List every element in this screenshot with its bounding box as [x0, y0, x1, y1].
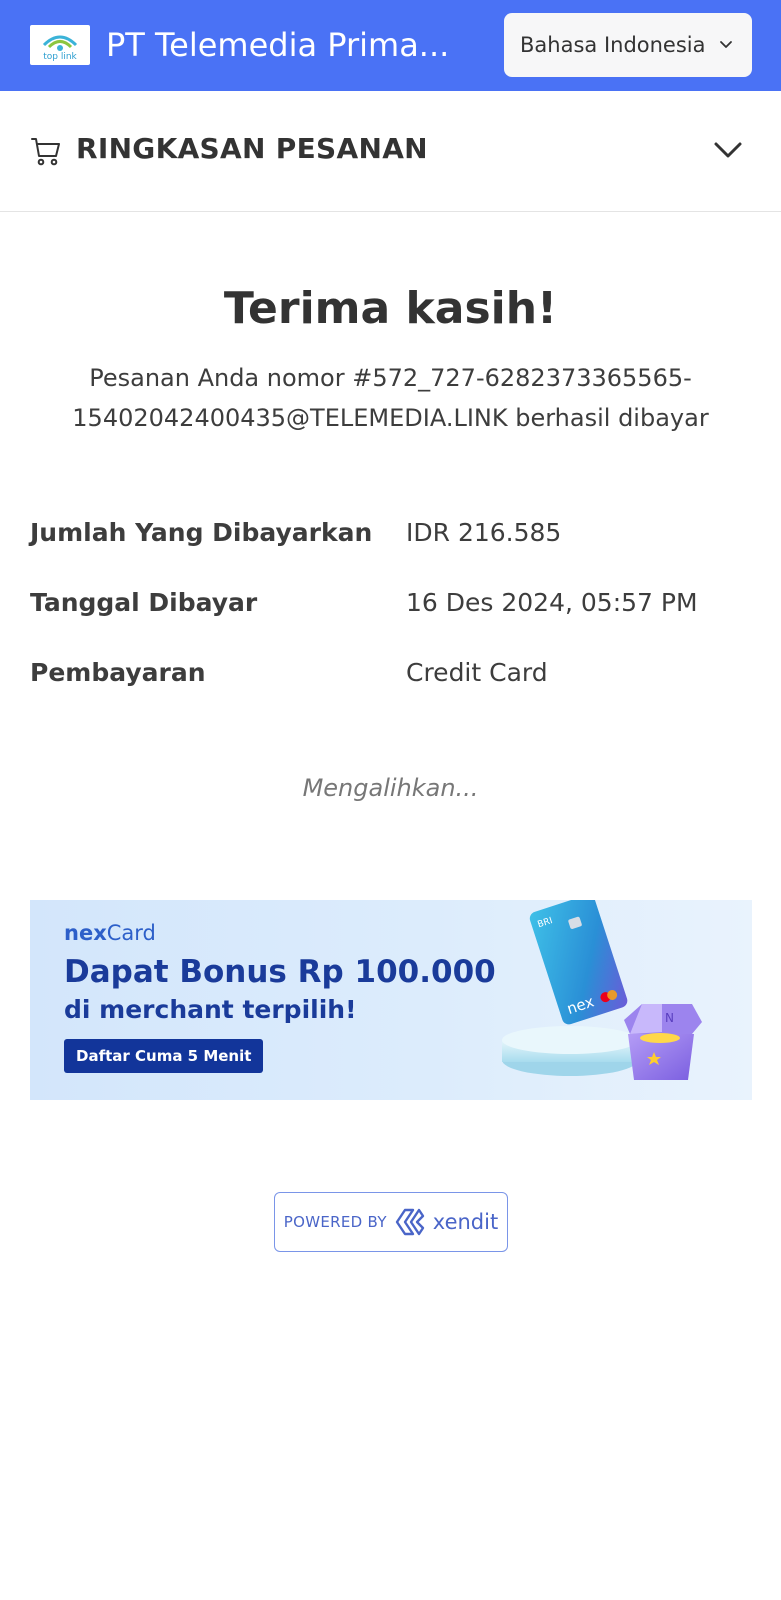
banner-cta-button[interactable]: Daftar Cuma 5 Menit [64, 1039, 264, 1073]
detail-label: Pembayaran [30, 658, 206, 687]
language-select[interactable]: Bahasa Indonesia [504, 13, 752, 77]
detail-row-amount: Jumlah Yang Dibayarkan IDR 216.585 [30, 513, 750, 553]
order-message-line: 15402042400435@TELEMEDIA.LINK berhasil d… [72, 404, 709, 432]
svg-text:N: N [665, 1011, 674, 1025]
detail-label: Jumlah Yang Dibayarkan [30, 518, 373, 547]
xendit-logo-icon [395, 1208, 424, 1236]
thank-you-title: Terima kasih! [223, 283, 558, 334]
banner-brand: nexCard [64, 921, 156, 945]
banner-subline: di merchant terpilih! [64, 995, 357, 1024]
detail-value: 16 Des 2024, 05:57 PM [406, 588, 698, 617]
detail-value: IDR 216.585 [406, 518, 562, 547]
cart-icon [31, 138, 60, 166]
powered-by-label: POWERED BY [283, 1213, 387, 1231]
detail-label: Tanggal Dibayar [30, 588, 258, 617]
chevron-down-icon [720, 41, 732, 48]
svg-text:top link: top link [43, 52, 77, 62]
order-summary-title: RINGKASAN PESANAN [76, 132, 428, 165]
order-message: Pesanan Anda nomor #572_727-628237336556… [40, 358, 741, 438]
top-header: top link PT Telemedia Prima... Bahasa In… [0, 0, 781, 91]
redirect-status: Mengalihkan... [302, 774, 479, 802]
order-summary-toggle[interactable]: RINGKASAN PESANAN [0, 91, 781, 212]
banner-headline: Dapat Bonus Rp 100.000 [64, 954, 496, 990]
detail-value: Credit Card [406, 658, 548, 687]
detail-row-date: Tanggal Dibayar 16 Des 2024, 05:57 PM [30, 583, 750, 623]
card-and-chest-illustration: BRI nex N [502, 900, 702, 1080]
order-message-line: Pesanan Anda nomor #572_727-628237336556… [89, 364, 692, 392]
promo-banner[interactable]: nexCard Dapat Bonus Rp 100.000 di mercha… [30, 900, 752, 1100]
xendit-wordmark: xendit [432, 1210, 499, 1234]
language-label: Bahasa Indonesia [520, 33, 706, 57]
powered-by-xendit-badge[interactable]: POWERED BY xendit [274, 1192, 508, 1252]
merchant-logo: top link [30, 25, 90, 65]
chevron-down-icon [714, 142, 742, 158]
detail-row-payment: Pembayaran Credit Card [30, 653, 750, 693]
merchant-name: PT Telemedia Prima... [106, 26, 450, 64]
